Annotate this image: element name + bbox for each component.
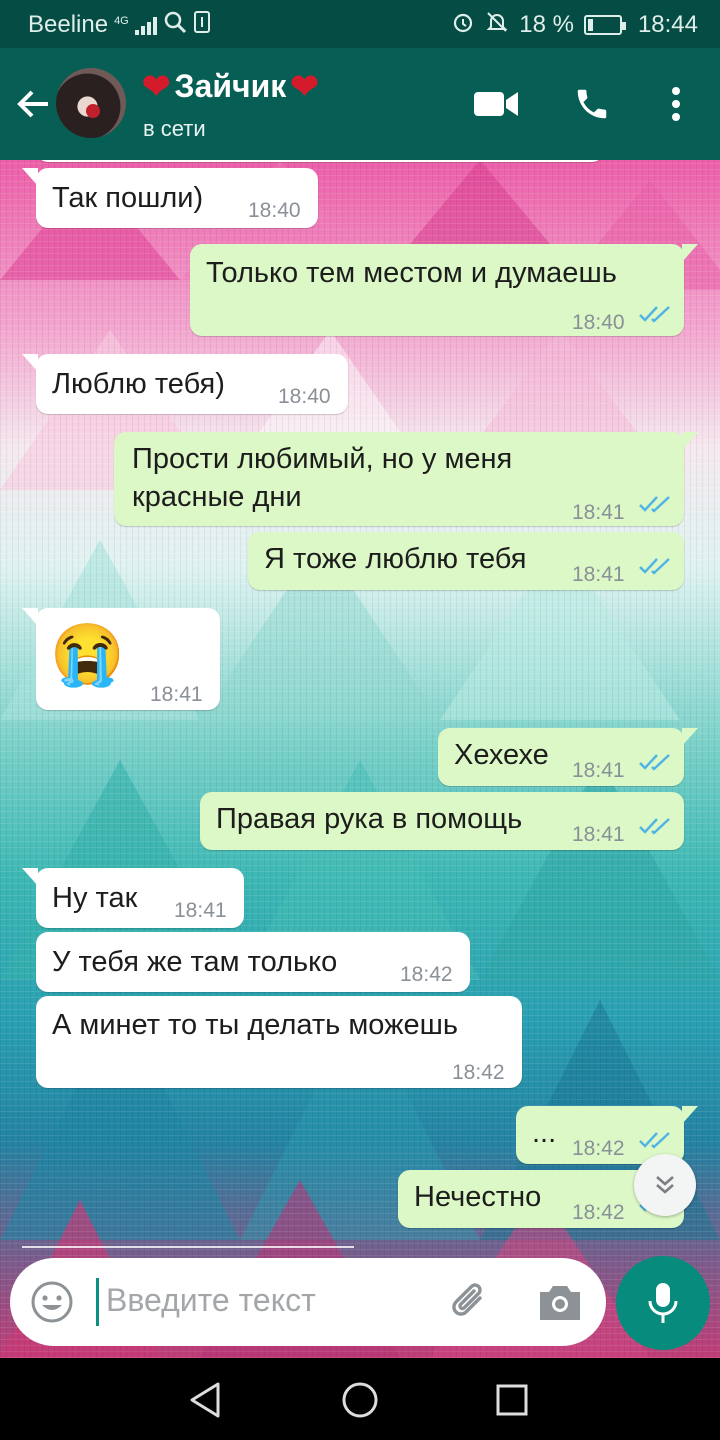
message-incoming[interactable]: Ну так 18:41 [22, 868, 244, 928]
network-type: 4G [114, 15, 129, 27]
heart-emoji: ❤ [290, 67, 319, 106]
message-time: 18:42 [452, 1061, 505, 1084]
message-text: Прости любимый, но у меня красные дни [132, 443, 513, 513]
message-text: Я тоже люблю тебя [264, 543, 527, 575]
read-ticks-icon [639, 754, 670, 771]
message-time: 18:42 [572, 1201, 625, 1224]
status-bar: Beeline 4G 18 % 18:44 [0, 0, 720, 48]
message-text: Нечестно [414, 1181, 542, 1213]
home-nav-icon[interactable] [338, 1378, 382, 1422]
heart-emoji: ❤ [142, 67, 171, 106]
contact-name-text: Зайчик [174, 68, 287, 104]
phone-icon[interactable] [568, 80, 616, 128]
emoji-icon[interactable] [30, 1280, 74, 1324]
message-incoming[interactable]: Люблю тебя) 18:40 [22, 354, 348, 414]
sim-icon [193, 10, 211, 40]
read-ticks-icon [639, 558, 670, 575]
message-outgoing[interactable]: Только тем местом и думаешь 18:40 [190, 244, 698, 336]
battery-percent: 18 % [519, 11, 574, 38]
message-outgoing[interactable]: Хехехе 18:41 [438, 728, 698, 786]
scroll-down-button[interactable] [634, 1154, 696, 1216]
message-incoming[interactable]: 😭 18:41 [22, 608, 220, 710]
message-incoming[interactable]: У тебя же там только 18:42 [36, 932, 470, 992]
camera-icon[interactable] [536, 1280, 584, 1324]
search-icon [163, 10, 187, 40]
message-time: 18:41 [174, 899, 227, 922]
message-time: 18:41 [572, 823, 625, 846]
mute-icon [485, 10, 509, 40]
signal-icon [134, 15, 157, 35]
message-time: 18:40 [278, 385, 331, 408]
recents-nav-icon[interactable] [490, 1378, 534, 1422]
message-text: ... [532, 1117, 557, 1149]
alarm-icon [451, 10, 475, 40]
read-ticks-icon [639, 306, 670, 323]
message-incoming[interactable]: А минет то ты делать можешь 18:42 [36, 996, 522, 1088]
message-text: У тебя же там только [52, 946, 338, 978]
message-text: Хехехе [454, 739, 549, 771]
clock: 18:44 [637, 11, 698, 38]
message-time: 18:41 [572, 501, 625, 524]
message-text: Ну так [52, 882, 138, 914]
system-nav-bar [0, 1358, 720, 1440]
crying-face-emoji: 😭 [50, 621, 125, 688]
read-ticks-icon [639, 496, 670, 513]
mic-icon [648, 1283, 678, 1323]
attach-icon[interactable] [446, 1278, 496, 1328]
message-text: Люблю тебя) [52, 368, 225, 400]
read-ticks-icon [639, 1132, 670, 1149]
back-nav-icon[interactable] [184, 1378, 228, 1422]
chat-area[interactable]: Так пошли) 18:40 Только тем местом и дум… [0, 160, 720, 1358]
chat-header: ❤ Зайчик ❤ в сети [0, 48, 720, 160]
clipped-message [36, 160, 604, 162]
more-vert-icon[interactable] [652, 80, 700, 128]
message-text: Только тем местом и думаешь [206, 257, 617, 289]
message-time: 18:40 [248, 199, 301, 222]
message-time: 18:42 [572, 1137, 625, 1160]
video-call-icon[interactable] [472, 80, 520, 128]
chevron-down-icon [656, 1176, 674, 1194]
message-time: 18:41 [572, 563, 625, 586]
avatar[interactable] [56, 68, 126, 138]
message-time: 18:42 [400, 963, 453, 986]
message-outgoing[interactable]: Правая рука в помощь 18:41 [200, 792, 684, 850]
message-outgoing[interactable]: Я тоже люблю тебя 18:41 [248, 532, 684, 590]
contact-name[interactable]: ❤ Зайчик ❤ [142, 68, 319, 105]
read-ticks-icon [639, 818, 670, 835]
message-incoming[interactable]: Так пошли) 18:40 [22, 168, 318, 228]
message-time: 18:40 [572, 311, 625, 334]
message-text: Так пошли) [52, 182, 204, 214]
back-arrow-icon[interactable] [14, 84, 54, 124]
carrier-label: Beeline [28, 11, 109, 38]
online-status: в сети [143, 116, 206, 141]
battery-icon [583, 15, 626, 35]
message-outgoing[interactable]: Прости любимый, но у меня красные дни 18… [114, 432, 698, 526]
mic-button[interactable] [616, 1256, 710, 1350]
message-time: 18:41 [572, 759, 625, 782]
message-text: А минет то ты делать можешь [52, 1009, 458, 1041]
message-text: Правая рука в помощь [216, 803, 523, 835]
message-input-box[interactable]: Введите текст [10, 1258, 606, 1346]
message-time: 18:41 [150, 683, 203, 706]
message-input[interactable]: Введите текст [106, 1282, 316, 1319]
text-cursor [96, 1278, 99, 1326]
divider [22, 1246, 354, 1248]
